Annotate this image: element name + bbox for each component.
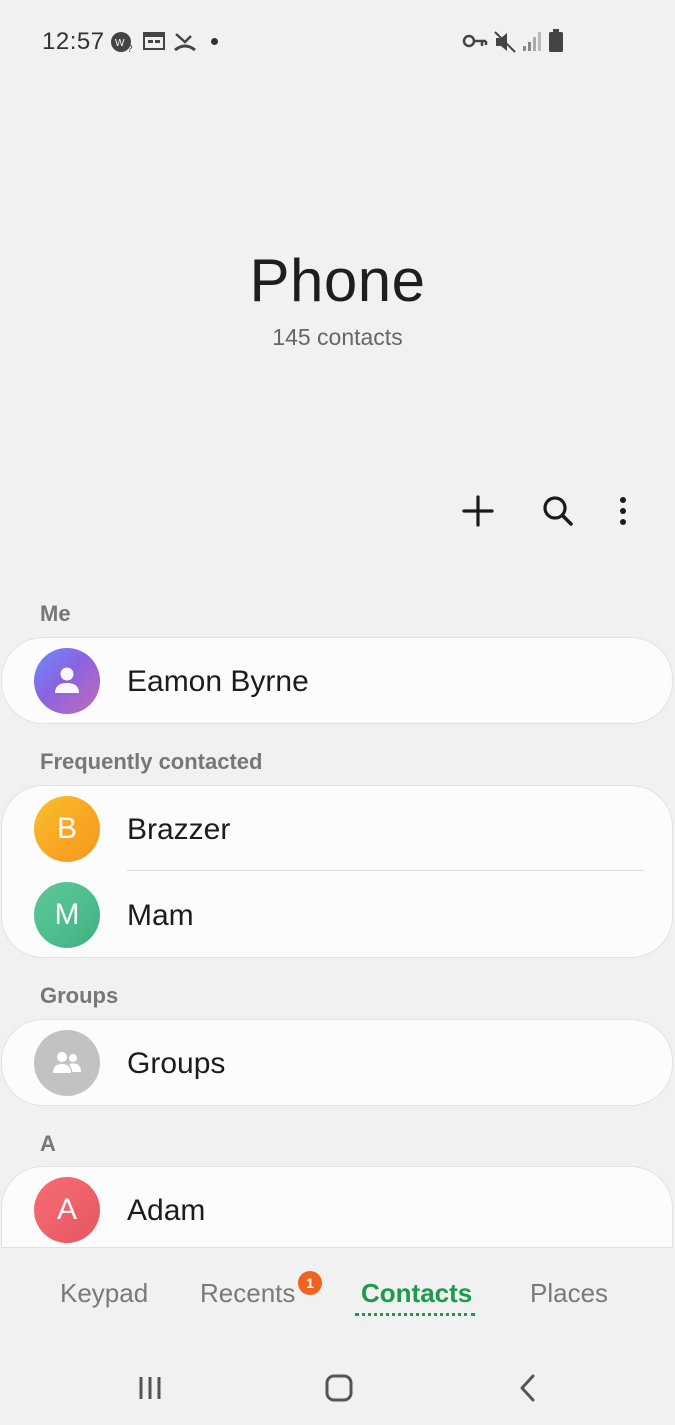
search-button[interactable] [535,488,581,534]
page-title: Phone [249,247,426,314]
contact-row-brazzer[interactable]: B Brazzer [2,786,672,872]
avatar-initial: M [54,898,80,931]
contact-row-mam[interactable]: M Mam [2,872,672,958]
me-card: Eamon Byrne [1,637,673,724]
avatar [34,648,100,714]
bottom-tab-bar: Keypad Recents Contacts Places [0,1270,675,1330]
svg-text:W: W [115,38,125,49]
section-label-groups: Groups [40,983,119,1008]
contact-row-adam[interactable]: A Adam [2,1167,672,1247]
recent-apps-icon [139,1377,161,1399]
home-button[interactable] [319,1368,359,1408]
tab-recents[interactable]: Recents [200,1278,295,1309]
status-time: 12:57 [42,28,105,55]
vowifi-icon: W? [110,30,136,59]
avatar-initial: A [56,1193,77,1226]
contact-name: Groups [127,1047,226,1080]
calendar-icon [143,30,165,57]
avatar [34,1030,100,1096]
home-icon [325,1374,353,1402]
more-options-button[interactable] [600,488,646,534]
search-icon [543,496,573,526]
back-button[interactable] [508,1368,548,1408]
more-vert-icon [620,497,626,525]
frequent-card: B Brazzer M Mam [1,785,673,958]
person-icon [55,667,79,693]
tab-keypad[interactable]: Keypad [60,1278,148,1309]
recent-apps-button[interactable] [130,1368,170,1408]
status-bar: 12:57 W? [0,0,675,84]
mute-icon [494,30,516,59]
back-icon [520,1374,535,1402]
contact-count: 145 contacts [272,324,403,350]
divider [127,870,644,871]
section-label-me: Me [40,601,71,626]
recents-badge: 1 [298,1271,322,1295]
section-label-a: A [40,1131,56,1156]
contact-name: Adam [127,1194,206,1227]
avatar: A [34,1177,100,1243]
groups-icon [53,1052,81,1073]
missed-call-icon [173,30,197,59]
tab-places[interactable]: Places [530,1278,608,1309]
groups-row[interactable]: Groups [2,1020,672,1106]
vpn-key-icon [462,32,488,55]
contact-name: Brazzer [127,813,231,846]
plus-icon [462,495,494,527]
svg-text:?: ? [127,44,133,54]
groups-card: Groups [1,1019,673,1106]
active-tab-indicator [355,1313,475,1316]
section-label-frequent: Frequently contacted [40,749,263,774]
contact-name: Eamon Byrne [127,665,309,698]
tab-contacts[interactable]: Contacts [361,1278,472,1309]
notification-dot-icon [211,38,218,45]
system-nav-bar [0,1350,675,1425]
a-card: A Adam [1,1166,673,1248]
signal-icon [522,30,542,57]
my-profile-row[interactable]: Eamon Byrne [2,638,672,724]
contact-name: Mam [127,899,194,932]
avatar-initial: B [56,812,77,845]
avatar: B [34,796,100,862]
add-contact-button[interactable] [455,488,501,534]
battery-icon [549,29,563,58]
avatar: M [34,882,100,948]
